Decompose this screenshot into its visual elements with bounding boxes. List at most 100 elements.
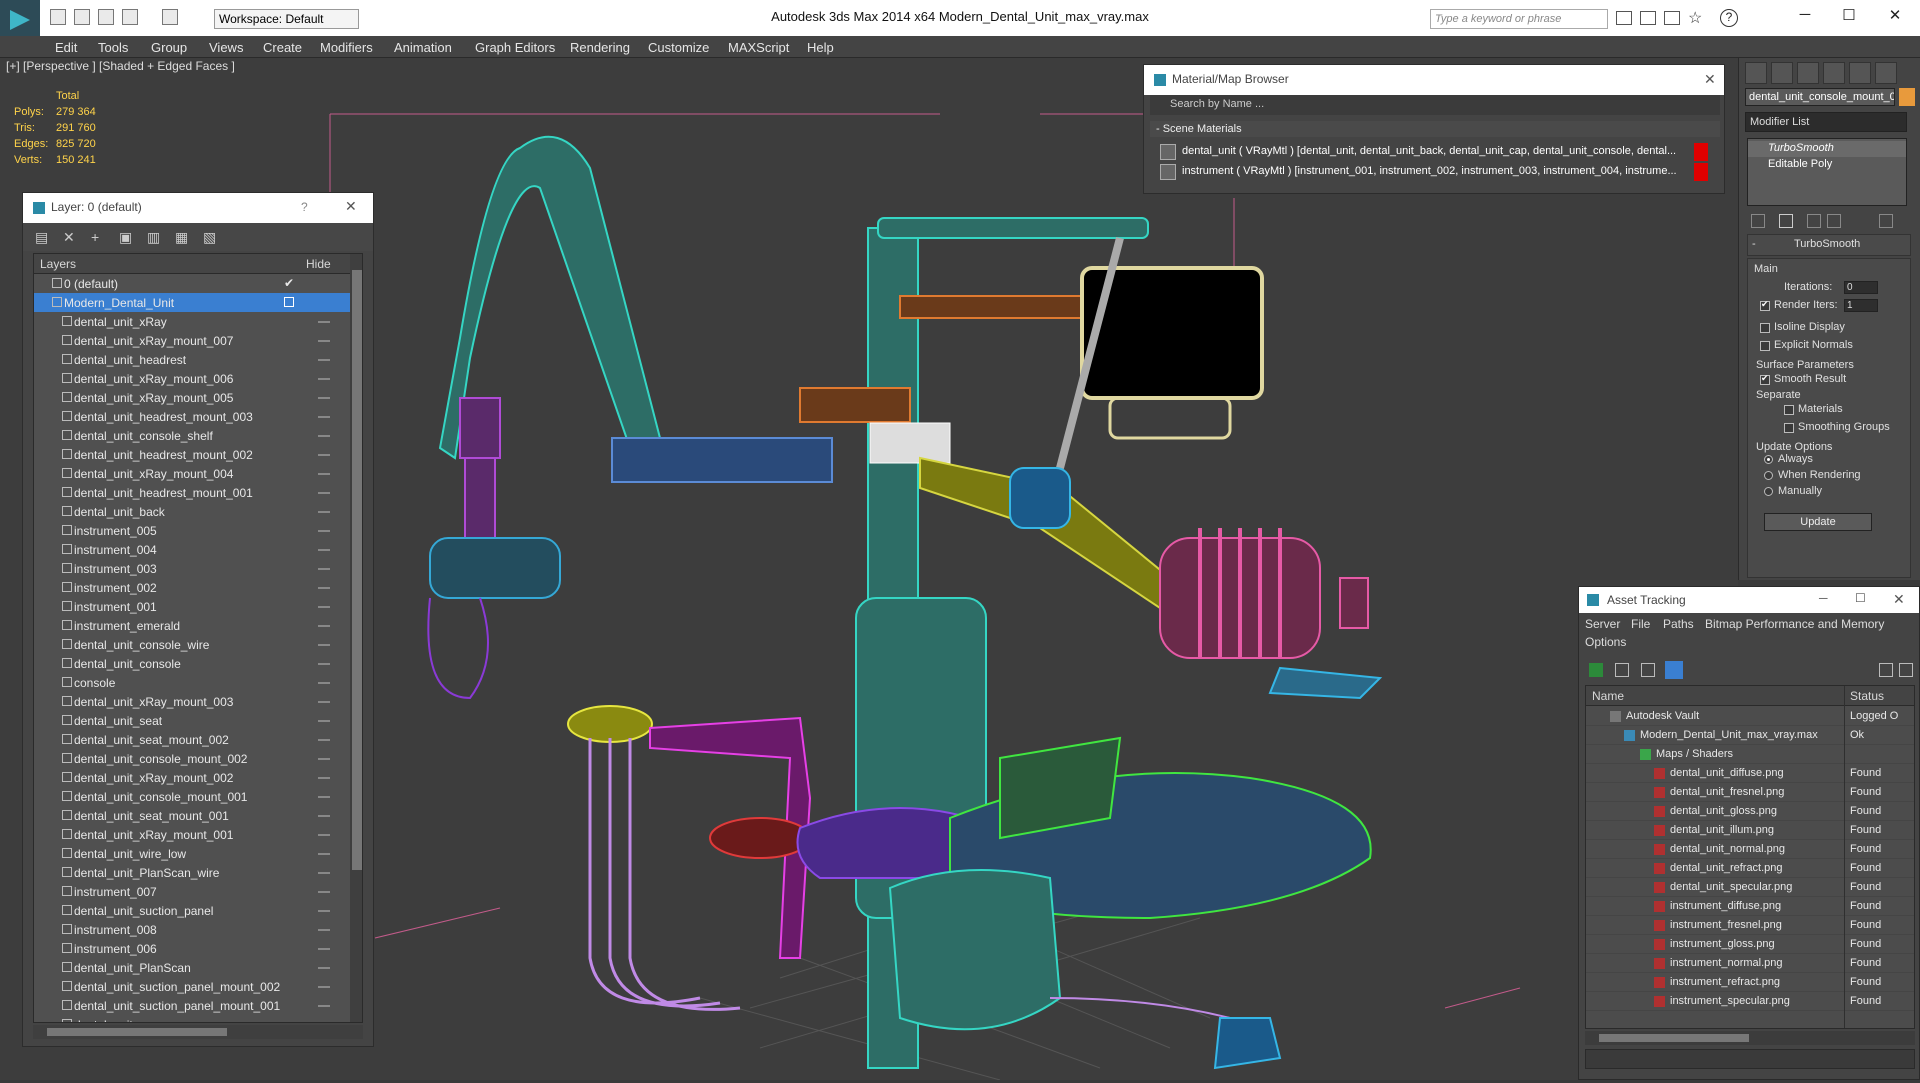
hide-toggle[interactable] [318, 739, 330, 741]
menu-animation[interactable]: Animation [394, 40, 452, 55]
communication-icon[interactable] [1640, 11, 1656, 25]
modifier-list-dropdown[interactable]: Modifier List [1745, 112, 1907, 132]
hide-toggle[interactable] [318, 872, 330, 874]
layer-object-row[interactable]: instrument_007 [34, 882, 350, 901]
layer-row-selected[interactable]: Modern_Dental_Unit [34, 293, 350, 312]
asset-menu-file[interactable]: File [1631, 617, 1650, 631]
modify-tab-icon[interactable] [1771, 62, 1793, 84]
viewport-label[interactable]: [+] [Perspective ] [Shaded + Edged Faces… [6, 59, 235, 73]
layer-object-row[interactable]: dental_unit_PlanScan_wire [34, 863, 350, 882]
layer-object-row[interactable]: dental_unit_console_mount_002 [34, 749, 350, 768]
hide-toggle[interactable] [318, 910, 330, 912]
menu-graph-editors[interactable]: Graph Editors [475, 40, 555, 55]
layer-object-row[interactable]: dental_unit_back [34, 502, 350, 521]
asset-row[interactable]: dental_unit_normal.png Found [1586, 840, 1914, 859]
asset-row[interactable]: dental_unit_refract.png Found [1586, 859, 1914, 878]
layer-object-row[interactable]: dental_unit_suction_panel_mount_002 [34, 977, 350, 996]
layer-object-row[interactable]: dental_unit_seat [34, 711, 350, 730]
menu-modifiers[interactable]: Modifiers [320, 40, 373, 55]
close-icon[interactable]: ✕ [1880, 6, 1910, 26]
asset-row[interactable]: dental_unit_fresnel.png Found [1586, 783, 1914, 802]
current-layer-check-icon[interactable]: ✔ [284, 276, 294, 290]
asset-settings-icon[interactable] [1899, 663, 1913, 677]
layer-object-row[interactable]: dental_unit_seat_mount_002 [34, 730, 350, 749]
scene-materials-header[interactable]: - Scene Materials [1150, 121, 1720, 137]
layer-object-row[interactable]: dental_unit_xRay_mount_007 [34, 331, 350, 350]
menu-help[interactable]: Help [807, 40, 834, 55]
layer-object-row[interactable]: dental_unit_xRay_mount_001 [34, 825, 350, 844]
iterations-spinner[interactable]: 0 [1844, 281, 1878, 294]
maximize-icon[interactable]: ☐ [1834, 6, 1864, 26]
layer-object-row[interactable]: dental_unit_xRay_mount_005 [34, 388, 350, 407]
layer-object-row[interactable]: dental_unit_wire_low [34, 844, 350, 863]
asset-row[interactable]: dental_unit_illum.png Found [1586, 821, 1914, 840]
layer-object-row[interactable]: dental_unit_headrest_mount_001 [34, 483, 350, 502]
thumbnail-view-icon[interactable] [1641, 663, 1655, 677]
asset-hscroll-thumb[interactable] [1599, 1034, 1749, 1042]
menu-tools[interactable]: Tools [98, 40, 128, 55]
stack-item-turbosmooth[interactable]: TurboSmooth [1748, 141, 1906, 157]
render-iters-spinner[interactable]: 1 [1844, 299, 1878, 312]
asset-menu-bitmap-performance[interactable]: Bitmap Performance and Memory [1705, 617, 1884, 631]
make-unique-icon[interactable] [1807, 214, 1821, 228]
layer-row-default[interactable]: 0 (default) ✔ [34, 274, 350, 293]
hide-toggle[interactable] [318, 606, 330, 608]
layer-scrollbar[interactable] [350, 254, 362, 1022]
layer-object-row[interactable]: dental_unit_console_shelf [34, 426, 350, 445]
hide-toggle[interactable] [318, 397, 330, 399]
asset-row[interactable]: Maps / Shaders [1586, 745, 1914, 764]
keyword-search-input[interactable]: Type a keyword or phrase [1430, 9, 1608, 29]
hide-toggle[interactable] [318, 568, 330, 570]
layer-object-row[interactable]: console [34, 673, 350, 692]
menu-rendering[interactable]: Rendering [570, 40, 630, 55]
col-name[interactable]: Name [1592, 689, 1624, 703]
minimize-icon[interactable]: ─ [1790, 6, 1820, 26]
hide-toggle[interactable] [318, 454, 330, 456]
asset-close-icon[interactable]: ✕ [1893, 591, 1905, 608]
motion-tab-icon[interactable] [1823, 62, 1845, 84]
render-iters-checkbox[interactable] [1760, 299, 1770, 311]
highlight-layer-icon[interactable]: ▥ [147, 229, 163, 245]
delete-layer-icon[interactable]: ✕ [63, 229, 79, 245]
isoline-checkbox[interactable] [1760, 323, 1770, 333]
subscription-icon[interactable] [1664, 11, 1680, 25]
asset-help-icon[interactable] [1879, 663, 1893, 677]
layer-object-row[interactable]: dental_unit_headrest [34, 350, 350, 369]
layer-object-row[interactable]: instrument_001 [34, 597, 350, 616]
asset-row[interactable]: instrument_fresnel.png Found [1586, 916, 1914, 935]
layer-object-row[interactable]: dental_unit_xRay_mount_004 [34, 464, 350, 483]
layer-object-row[interactable]: dental_unit_console [34, 654, 350, 673]
layer-object-row[interactable]: dental_unit [34, 1015, 350, 1022]
asset-row[interactable]: dental_unit_gloss.png Found [1586, 802, 1914, 821]
layer-current-toggle[interactable] [284, 297, 294, 307]
material-close-icon[interactable]: ✕ [1704, 71, 1716, 88]
layer-object-row[interactable]: dental_unit_headrest_mount_003 [34, 407, 350, 426]
asset-row[interactable]: instrument_specular.png Found [1586, 992, 1914, 1011]
layer-help-icon[interactable]: ? [301, 200, 308, 214]
hide-toggle[interactable] [318, 701, 330, 703]
col-status[interactable]: Status [1850, 689, 1884, 703]
asset-minimize-icon[interactable]: ─ [1819, 591, 1828, 605]
layer-horizontal-scrollbar[interactable] [33, 1025, 363, 1039]
help-icon[interactable]: ? [1720, 9, 1738, 27]
hide-toggle[interactable] [318, 986, 330, 988]
asset-row[interactable]: dental_unit_diffuse.png Found [1586, 764, 1914, 783]
layer-object-row[interactable]: instrument_emerald [34, 616, 350, 635]
hide-toggle[interactable] [318, 834, 330, 836]
layer-object-row[interactable]: dental_unit_console_mount_001 [34, 787, 350, 806]
object-color-swatch[interactable] [1899, 88, 1915, 106]
menu-maxscript[interactable]: MAXScript [728, 40, 789, 55]
hide-toggle[interactable] [318, 948, 330, 950]
add-to-layer-icon[interactable]: + [91, 229, 107, 245]
stack-item-editable-poly[interactable]: Editable Poly [1748, 157, 1906, 173]
layer-hscroll-thumb[interactable] [47, 1028, 227, 1036]
list-view-icon[interactable] [1615, 663, 1629, 677]
asset-menu-options[interactable]: Options [1585, 635, 1626, 649]
explicit-normals-checkbox[interactable] [1760, 341, 1770, 351]
material-row-instrument[interactable]: instrument ( VRayMtl ) [instrument_001, … [1158, 163, 1708, 181]
hide-toggle[interactable] [318, 530, 330, 532]
layer-object-row[interactable]: dental_unit_PlanScan [34, 958, 350, 977]
hide-toggle[interactable] [318, 492, 330, 494]
update-button[interactable]: Update [1764, 513, 1872, 531]
menu-views[interactable]: Views [209, 40, 243, 55]
